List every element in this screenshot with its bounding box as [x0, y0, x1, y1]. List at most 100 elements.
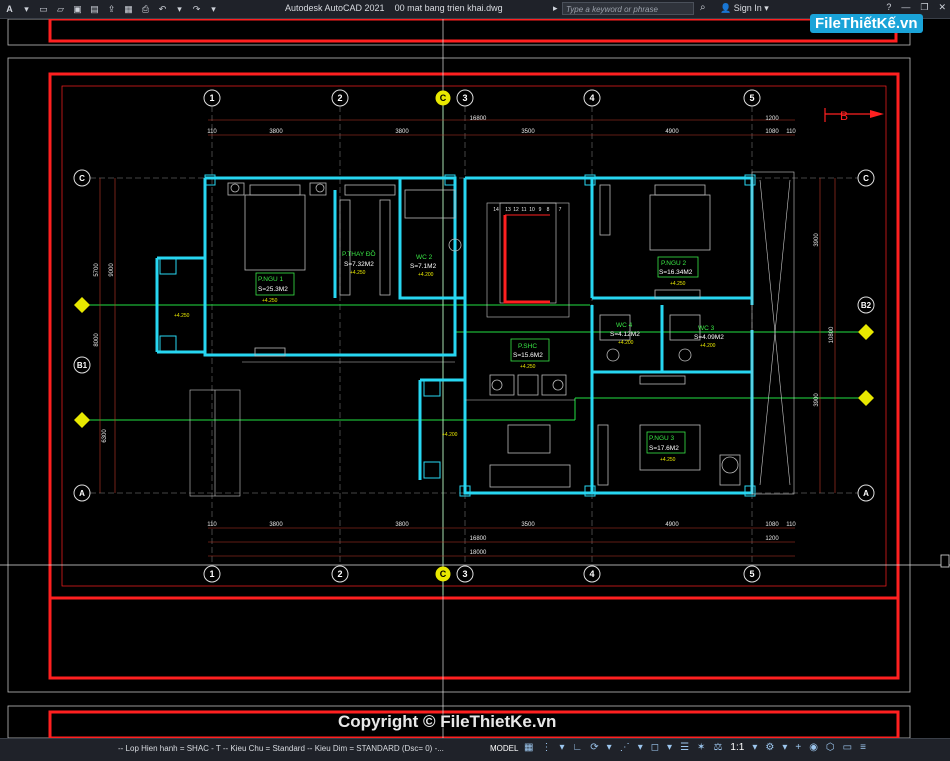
search-input[interactable]: Type a keyword or phrase [562, 2, 694, 15]
redo-icon[interactable]: ↷ [191, 4, 202, 15]
room-name: P.SHC [518, 343, 537, 350]
room-name: P.NGU 3 [649, 435, 675, 442]
grid-bubble-label: C [863, 174, 869, 183]
drawing-canvas[interactable]: 16800 110 3800 3800 3500 4900 1200 1080 … [0, 19, 950, 738]
vertical-scrollbar-thumb[interactable] [940, 554, 950, 568]
hardware-acceleration-icon[interactable]: ⬡ [826, 742, 835, 753]
grid-bubble-bottom-c: C [435, 566, 451, 582]
room-level: +4.250 [520, 364, 536, 370]
room-level: +4.250 [660, 457, 676, 463]
sign-in-button[interactable]: 👤 Sign In ▾ [720, 3, 769, 14]
dim-bottom-total-1: 16800 [470, 536, 487, 542]
stair-step-label: 12 [513, 207, 519, 213]
grid-bubble-top-2: 2 [331, 89, 349, 107]
grid-bubble-label: 5 [749, 93, 754, 103]
grid-bubble-bottom-4: 4 [583, 565, 601, 583]
grid-bubble-label: 1 [209, 93, 214, 103]
search-icon[interactable]: ⌕ [700, 2, 706, 13]
object-snap-icon[interactable]: ◻ [651, 742, 659, 753]
redo-dropdown-icon[interactable]: ▾ [208, 4, 219, 15]
ortho-icon[interactable]: ∟ [572, 742, 582, 753]
print-icon[interactable]: ⎙ [140, 4, 151, 15]
dim-bottom-1: 110 [207, 522, 217, 528]
annotation-visibility-icon[interactable]: ✶ [697, 742, 705, 753]
restore-icon[interactable]: ❐ [920, 2, 928, 13]
upload-icon[interactable]: ⇪ [106, 4, 117, 15]
save-as-icon[interactable]: ▤ [89, 4, 100, 15]
open-folder-icon[interactable]: ▱ [55, 4, 66, 15]
annotation-scale-icon[interactable]: ⚖ [713, 742, 722, 753]
save-icon[interactable]: ▣ [72, 4, 83, 15]
app-menu-chevron-icon[interactable]: ▾ [21, 4, 32, 15]
add-icon[interactable]: + [795, 742, 801, 753]
stair-step-label: 7 [559, 207, 562, 213]
model-tab[interactable]: MODEL [490, 744, 518, 753]
dropdown-icon[interactable]: ▾ [752, 742, 757, 753]
lineweight-icon[interactable]: ☰ [680, 742, 689, 753]
customization-menu-icon[interactable]: ≡ [860, 742, 866, 753]
grid-bubble-label: 4 [589, 93, 594, 103]
status-toggles: ▦ ⋮ ▾ ∟ ⟳ ▾ ⋰ ▾ ◻ ▾ ☰ ✶ ⚖ 1:1 ▾ ⚙ ▾ + ◉ … [524, 742, 866, 753]
undo-dropdown-icon[interactable]: ▾ [174, 4, 185, 15]
room-level: +4.200 [418, 272, 434, 278]
dropdown-icon[interactable]: ▾ [782, 742, 787, 753]
stair-step-label: 10 [529, 207, 535, 213]
clean-screen-icon[interactable]: ▭ [843, 742, 852, 753]
grid-bubble-right-c: C [857, 169, 875, 187]
dim-top-1: 110 [207, 129, 217, 135]
room-area: S=15.6M2 [513, 352, 543, 359]
grid-bubble-top-c: C [435, 90, 451, 106]
dim-top-2: 3800 [269, 129, 283, 135]
stair-step-label: 14 [493, 207, 499, 213]
dim-right-2: 10800 [829, 326, 835, 343]
web-mobile-icon[interactable]: ▦ [123, 4, 134, 15]
minimize-icon[interactable]: — [901, 2, 910, 13]
section-marker-label: B [840, 109, 848, 123]
room-name: P.NGU 1 [258, 276, 284, 283]
grid-bubble-bottom-1: 1 [203, 565, 221, 583]
grid-bubble-label: 2 [337, 93, 342, 103]
dim-left-4: 6300 [102, 429, 108, 443]
settings-gear-icon[interactable]: ⚙ [765, 742, 774, 753]
dim-right-3: 3900 [814, 393, 820, 407]
grid-bubble-top-5: 5 [743, 89, 761, 107]
grid-bubble-right-a: A [857, 484, 875, 502]
search-expand-icon[interactable]: ▸ [553, 3, 558, 14]
dim-top-4: 3500 [521, 129, 535, 135]
dropdown-icon[interactable]: ▾ [667, 742, 672, 753]
dropdown-icon[interactable]: ▾ [638, 742, 643, 753]
dropdown-icon[interactable]: ▾ [607, 742, 612, 753]
close-icon[interactable]: ✕ [938, 2, 946, 13]
sign-in-label: Sign In [733, 3, 762, 13]
title-bar: A ▾ ▭ ▱ ▣ ▤ ⇪ ▦ ⎙ ↶ ▾ ↷ ▾ Autodesk AutoC… [0, 0, 950, 19]
scale-label[interactable]: 1:1 [730, 742, 744, 753]
dropdown-icon[interactable]: ▾ [559, 742, 564, 753]
grid-icon[interactable]: ▦ [524, 742, 533, 753]
new-file-icon[interactable]: ▭ [38, 4, 49, 15]
dim-bottom-7: 110 [786, 522, 796, 528]
room-name: P.NGU 2 [661, 260, 687, 267]
snap-icon[interactable]: ⋮ [541, 742, 551, 753]
user-icon: 👤 [720, 3, 732, 13]
grid-bubble-label: C [440, 93, 447, 103]
polar-icon[interactable]: ⟳ [590, 742, 598, 753]
undo-icon[interactable]: ↶ [157, 4, 168, 15]
help-icon[interactable]: ? [886, 2, 891, 13]
autocad-app-icon[interactable]: A [4, 4, 15, 15]
room-level: +4.250 [670, 281, 686, 287]
brand-logo: FileThiếtKế.vn [810, 14, 923, 33]
room-name: WC 3 [698, 325, 715, 332]
room-name: WC 4 [616, 322, 633, 329]
grid-bubble-bottom-2: 2 [331, 565, 349, 583]
isolate-objects-icon[interactable]: ◉ [809, 742, 818, 753]
grid-bubble-label: 1 [209, 569, 214, 579]
level-marker: +4.250 [174, 313, 190, 319]
brand-text: FileThiếtKế.vn [815, 15, 918, 32]
dim-bottom-5: 4900 [665, 522, 679, 528]
grid-bubble-bottom-3: 3 [456, 565, 474, 583]
copyright-watermark: Copyright © FileThietKe.vn [338, 712, 557, 731]
stair-step-label: 9 [539, 207, 542, 213]
isodraft-icon[interactable]: ⋰ [620, 742, 630, 753]
room-name: WC 2 [416, 254, 433, 261]
dim-bottom-extra: 1200 [765, 536, 779, 542]
